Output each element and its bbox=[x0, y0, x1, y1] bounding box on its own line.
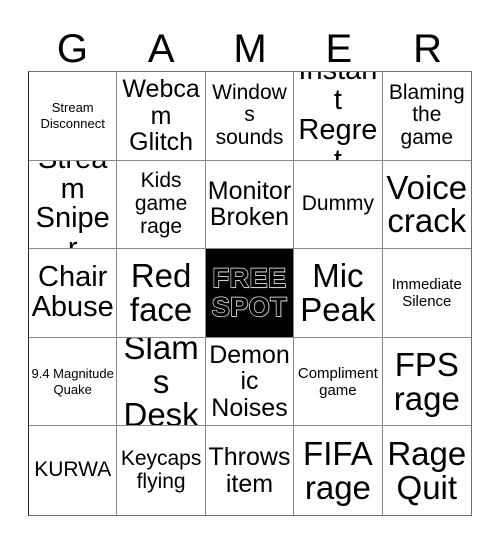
bingo-cell-label: Demonic Noises bbox=[209, 341, 290, 422]
bingo-cell-label: Windows sounds bbox=[212, 80, 287, 150]
bingo-cell-label: Mic Peak bbox=[300, 257, 376, 328]
bingo-cell[interactable]: Kids game rage bbox=[117, 160, 206, 250]
bingo-cell[interactable]: Throws item bbox=[205, 426, 295, 515]
bingo-cell[interactable]: Demonic Noises bbox=[205, 337, 295, 427]
bingo-cell-label: Immediate Silence bbox=[391, 275, 462, 310]
bingo-cell[interactable]: Blaming the game bbox=[382, 72, 471, 161]
bingo-cell-label: Dummy bbox=[301, 192, 375, 216]
bingo-cell[interactable]: Red face bbox=[117, 249, 206, 338]
bingo-cell-label: Stream Disconnect bbox=[40, 100, 105, 131]
bingo-header-letter-4: E bbox=[325, 27, 353, 71]
bingo-cell-label: Compliment game bbox=[297, 364, 378, 399]
bingo-cell[interactable]: Mic Peak bbox=[294, 249, 383, 338]
bingo-free-space-cell[interactable]: FREE SPOT bbox=[205, 249, 295, 338]
bingo-cell[interactable]: Dummy bbox=[294, 160, 383, 250]
bingo-cell-label: Slams Desk bbox=[123, 337, 199, 427]
bingo-header-letter-1: G bbox=[56, 27, 88, 71]
bingo-cell[interactable]: 9.4 Magnitude Quake bbox=[29, 337, 118, 427]
bingo-cell[interactable]: Stream Sniper bbox=[29, 160, 118, 250]
bingo-grid: Stream Disconnect Webcam Glitch Windows so… bbox=[28, 71, 472, 516]
bingo-cell[interactable]: Chair Abuse bbox=[29, 249, 118, 338]
bingo-cell-label: Rage Quit bbox=[387, 435, 467, 506]
bingo-cell-label: Throws item bbox=[208, 443, 291, 498]
bingo-cell[interactable]: Instant Regret bbox=[294, 72, 383, 161]
bingo-header-letter-5: R bbox=[413, 27, 443, 71]
bingo-cell[interactable]: Voice crack bbox=[382, 160, 471, 250]
bingo-cell[interactable]: Monitor Broken bbox=[205, 160, 295, 250]
bingo-cell-label: Blaming the game bbox=[388, 80, 465, 150]
bingo-cell-label: FIFA rage bbox=[303, 435, 373, 506]
bingo-cell-label: Chair Abuse bbox=[31, 261, 114, 323]
bingo-header-letter-3: M bbox=[233, 27, 267, 71]
bingo-cell[interactable]: Webcam Glitch bbox=[117, 72, 206, 161]
bingo-cell[interactable]: FPS rage bbox=[382, 337, 471, 427]
bingo-header-letter-2: A bbox=[147, 27, 175, 71]
bingo-cell[interactable]: KURWA bbox=[29, 426, 118, 515]
bingo-cell-label: Kids game rage bbox=[134, 169, 188, 238]
bingo-header: GAMER bbox=[28, 14, 472, 71]
bingo-cell-label: Webcam Glitch bbox=[122, 75, 200, 156]
bingo-cell[interactable]: Compliment game bbox=[294, 337, 383, 427]
bingo-cell-label: Red face bbox=[129, 257, 193, 328]
bingo-cell[interactable]: Slams Desk bbox=[117, 337, 206, 427]
bingo-cell[interactable]: Immediate Silence bbox=[382, 249, 471, 338]
bingo-cell-label: FPS rage bbox=[393, 345, 460, 417]
bingo-cell-label: Monitor Broken bbox=[207, 177, 292, 232]
bingo-cell-label: Instant Regret bbox=[298, 72, 378, 161]
bingo-cell-label: 9.4 Magnitude Quake bbox=[31, 366, 114, 397]
bingo-cell[interactable]: Windows sounds bbox=[205, 72, 295, 161]
bingo-card: G A M E R Stream Disconnect Webcam Glitch Wind… bbox=[0, 0, 500, 544]
bingo-cell-label: Stream Sniper bbox=[35, 161, 110, 250]
bingo-cell-label: Keycaps flying bbox=[120, 447, 202, 493]
bingo-cell[interactable]: FIFA rage bbox=[294, 426, 383, 515]
bingo-cell-label: FREE SPOT bbox=[211, 262, 288, 322]
bingo-cell-label: KURWA bbox=[34, 458, 112, 482]
bingo-cell-label: Voice crack bbox=[386, 168, 468, 240]
bingo-cell[interactable]: Keycaps flying bbox=[117, 426, 206, 515]
bingo-cell[interactable]: Rage Quit bbox=[382, 426, 471, 515]
bingo-cell[interactable]: Stream Disconnect bbox=[29, 72, 118, 161]
